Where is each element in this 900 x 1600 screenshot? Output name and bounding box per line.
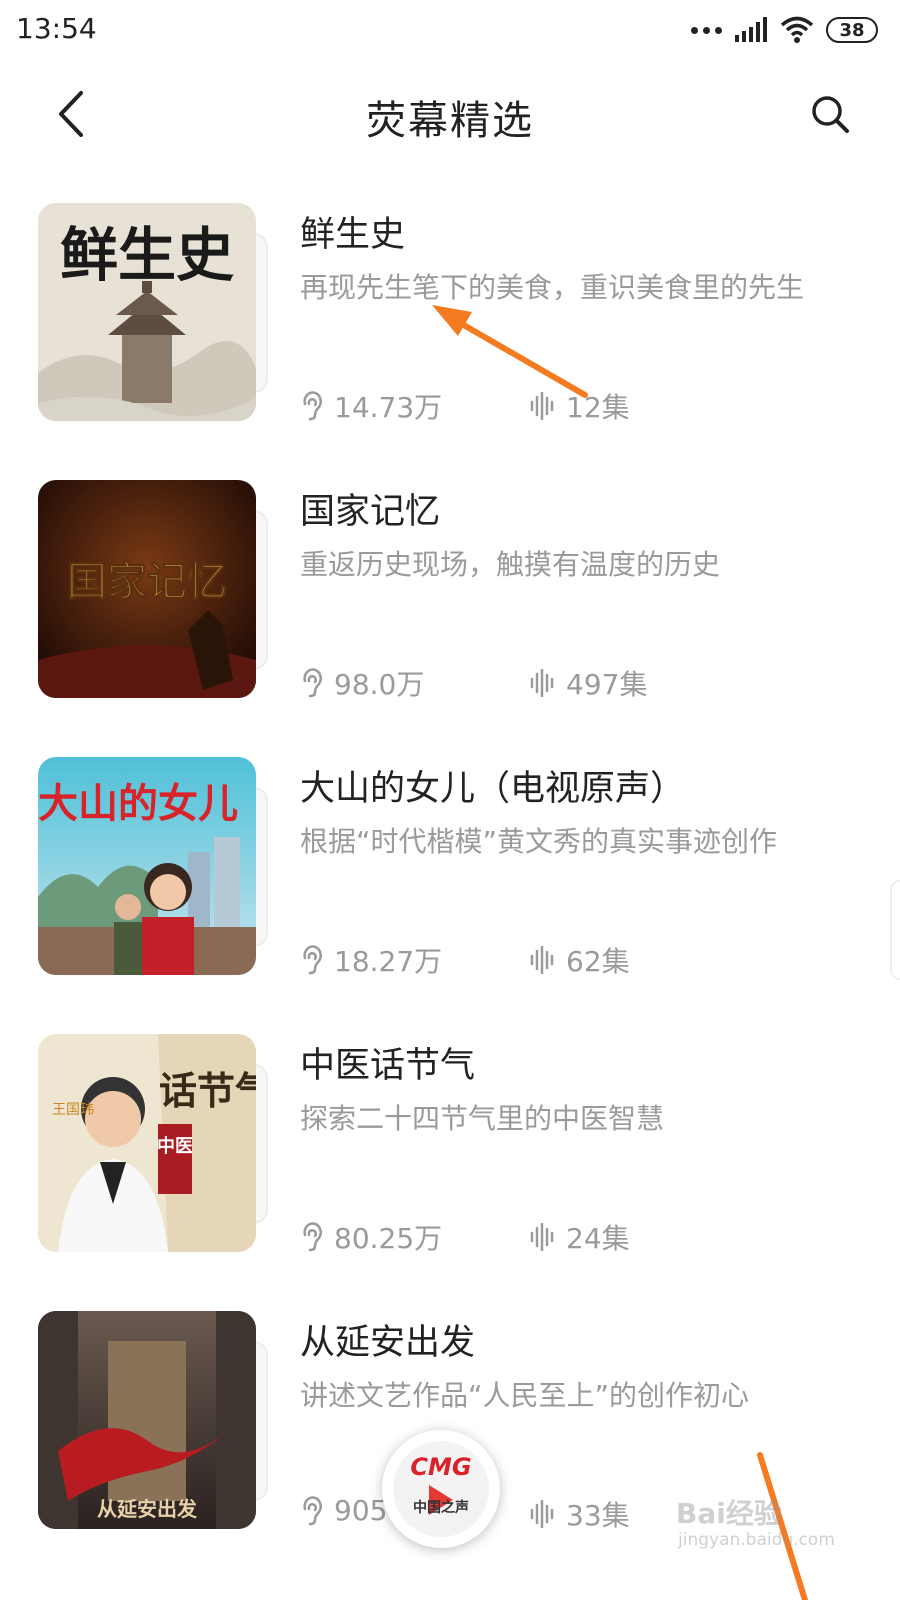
play-count: 14.73万 bbox=[300, 386, 442, 426]
program-cover: 大山的女儿 bbox=[38, 757, 256, 975]
audio-wave-icon bbox=[530, 1500, 554, 1528]
wifi-icon bbox=[780, 16, 814, 43]
cover-title-text: 话节气 bbox=[159, 1068, 256, 1113]
episode-count-label: 62集 bbox=[566, 945, 630, 978]
play-count-label: 14.73万 bbox=[334, 391, 443, 424]
cover-title-text: 鲜生史 bbox=[60, 221, 234, 289]
audio-wave-icon bbox=[530, 669, 554, 697]
episode-count-label: 24集 bbox=[566, 1222, 630, 1255]
player-disc: CMG 中国之声 bbox=[393, 1441, 489, 1537]
program-cover: 中医 王国玮 话节气 bbox=[38, 1034, 256, 1252]
episode-count: 33集 bbox=[530, 1494, 630, 1534]
header: 荧幕精选 bbox=[0, 70, 900, 160]
episode-count-label: 12集 bbox=[566, 391, 630, 424]
list-item[interactable]: 鲜生史 鲜生史 再现先生笔下的美食，重识美食里的先生 14.73万 12集 bbox=[0, 200, 900, 477]
ear-icon bbox=[303, 945, 322, 975]
item-title: 鲜生史 bbox=[300, 215, 406, 255]
item-title: 中医话节气 bbox=[300, 1046, 476, 1086]
ear-icon bbox=[303, 1222, 322, 1252]
signal-icon bbox=[735, 17, 767, 42]
program-cover: 鲜生史 bbox=[38, 203, 256, 421]
item-title: 国家记忆 bbox=[300, 492, 441, 532]
play-count: 98.0万 bbox=[300, 663, 424, 703]
audio-wave-icon bbox=[530, 392, 554, 420]
search-icon bbox=[812, 96, 849, 133]
item-title: 大山的女儿（电视原声） bbox=[300, 769, 686, 809]
player-sub-label: 中国之声 bbox=[413, 1500, 469, 1516]
ear-icon bbox=[303, 391, 322, 421]
cover-wrap: 国家记忆 bbox=[38, 480, 268, 698]
episode-count: 24集 bbox=[530, 1217, 630, 1257]
ear-icon bbox=[303, 668, 322, 698]
watermark: Bai经验 bbox=[676, 1497, 782, 1530]
episode-count-label: 497集 bbox=[566, 668, 648, 701]
cover-title-text: 国家记忆 bbox=[67, 558, 227, 605]
play-count-label: 905 bbox=[334, 1494, 388, 1527]
play-count: 18.27万 bbox=[300, 940, 442, 980]
program-cover: 从延安出发 bbox=[38, 1311, 256, 1529]
player-logo: CMG bbox=[410, 1453, 472, 1481]
play-count-label: 18.27万 bbox=[334, 945, 443, 978]
episode-count: 497集 bbox=[530, 663, 647, 703]
search-button[interactable] bbox=[800, 84, 860, 144]
watermark-sub: jingyan.baidu.com bbox=[678, 1530, 835, 1550]
item-desc: 重返历史现场，触摸有温度的历史 bbox=[300, 548, 721, 581]
cover-title-text: 从延安出发 bbox=[97, 1497, 198, 1521]
more-dots-icon bbox=[691, 26, 722, 34]
page-title: 荧幕精选 bbox=[366, 98, 534, 144]
cover-wrap: 从延安出发 bbox=[38, 1311, 268, 1529]
play-count-label: 98.0万 bbox=[334, 668, 425, 701]
cover-title-text: 大山的女儿 bbox=[38, 780, 238, 827]
play-count: 80.25万 bbox=[300, 1217, 442, 1257]
status-icons: 38 bbox=[691, 12, 878, 48]
list-item[interactable]: 中医 王国玮 话节气 中医话节气 探索二十四节气里的中医智慧 80.25万 24… bbox=[0, 1031, 900, 1308]
item-desc: 再现先生笔下的美食，重识美食里的先生 bbox=[300, 271, 805, 304]
cover-sub-text: 中医 bbox=[157, 1135, 193, 1157]
episode-count-label: 33集 bbox=[566, 1499, 630, 1532]
status-bar: 13:54 38 bbox=[0, 0, 900, 60]
status-time: 13:54 bbox=[16, 12, 97, 45]
program-list: 鲜生史 鲜生史 再现先生笔下的美食，重识美食里的先生 14.73万 12集 国家… bbox=[0, 200, 900, 1585]
item-title: 从延安出发 bbox=[300, 1323, 476, 1363]
item-desc: 探索二十四节气里的中医智慧 bbox=[300, 1102, 665, 1135]
episode-count: 12集 bbox=[530, 386, 630, 426]
cover-wrap: 鲜生史 bbox=[38, 203, 268, 421]
cover-wrap: 中医 王国玮 话节气 bbox=[38, 1034, 268, 1252]
cover-name-text: 王国玮 bbox=[52, 1102, 94, 1118]
program-cover: 国家记忆 bbox=[38, 480, 256, 698]
item-desc: 讲述文艺作品“人民至上”的创作初心 bbox=[300, 1379, 750, 1412]
audio-wave-icon bbox=[530, 1223, 554, 1251]
battery-icon: 38 bbox=[826, 17, 878, 43]
side-handle[interactable] bbox=[890, 880, 900, 980]
play-count: 905 bbox=[300, 1494, 387, 1527]
episode-count: 62集 bbox=[530, 940, 630, 980]
floating-player-button[interactable]: CMG 中国之声 bbox=[382, 1430, 500, 1548]
list-item[interactable]: 大山的女儿 大山的女儿（电视原声） 根据“时代楷模”黄文秀的真实事迹创作 18.… bbox=[0, 754, 900, 1031]
item-desc: 根据“时代楷模”黄文秀的真实事迹创作 bbox=[300, 825, 778, 858]
audio-wave-icon bbox=[530, 946, 554, 974]
list-item[interactable]: 国家记忆 国家记忆 重返历史现场，触摸有温度的历史 98.0万 497集 bbox=[0, 477, 900, 754]
cover-wrap: 大山的女儿 bbox=[38, 757, 268, 975]
play-count-label: 80.25万 bbox=[334, 1222, 443, 1255]
ear-icon bbox=[303, 1495, 322, 1525]
